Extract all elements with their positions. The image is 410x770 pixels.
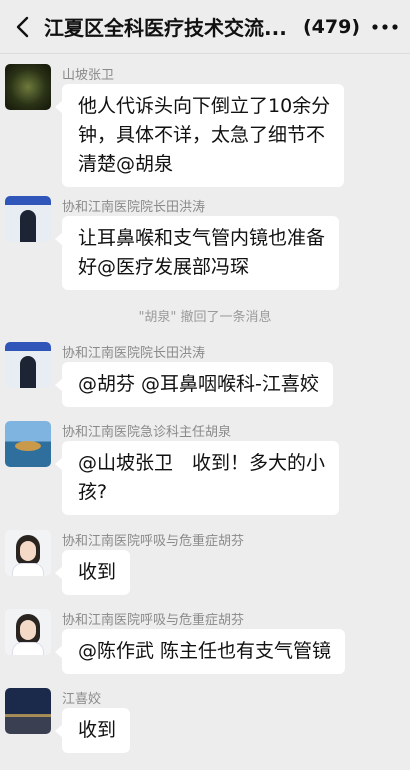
sender-name: 协和江南医院院长田洪涛: [62, 200, 206, 215]
back-button[interactable]: [0, 0, 44, 54]
recall-notice: "胡泉" 撤回了一条消息: [138, 310, 272, 325]
chat-title: 江夏区全科医疗技术交流...: [44, 16, 287, 40]
chat-header: 江夏区全科医疗技术交流... (479): [0, 0, 410, 54]
message-line: @胡芬 @耳鼻咽喉科-江喜姣: [78, 373, 319, 395]
avatar[interactable]: [5, 196, 51, 242]
message-bubble[interactable]: @山坡张卫 收到！多大的小 孩?: [54, 441, 340, 515]
sender-name: 协和江南医院院长田洪涛: [62, 346, 206, 361]
message-line: @山坡张卫 收到！多大的小: [78, 452, 326, 474]
sender-name: 协和江南医院急诊科主任胡泉: [62, 425, 232, 440]
message-bubble[interactable]: 收到: [54, 550, 131, 595]
message-bubble[interactable]: 他人代诉头向下倒立了10余分 钟，具体不详，太急了细节不 清楚@胡泉: [54, 84, 345, 187]
message-bubble[interactable]: @陈作武 陈主任也有支气管镜: [54, 629, 346, 674]
message-line: 好@医疗发展部冯琛: [78, 256, 250, 278]
more-button[interactable]: [360, 0, 410, 54]
message-bubble[interactable]: @胡芬 @耳鼻咽喉科-江喜姣: [55, 362, 333, 407]
message-bubble[interactable]: 收到: [54, 708, 131, 753]
message-line: @陈作武 陈主任也有支气管镜: [78, 640, 332, 662]
sender-name: 协和江南医院呼吸与危重症胡芬: [62, 613, 245, 628]
chevron-left-icon: [16, 16, 29, 37]
message-line: 收到: [78, 719, 117, 741]
sender-name: 协和江南医院呼吸与危重症胡芬: [62, 534, 245, 549]
message-line: 清楚@胡泉: [78, 153, 174, 175]
avatar[interactable]: [5, 688, 51, 734]
avatar[interactable]: [5, 64, 51, 110]
message-line: 钟，具体不详，太急了细节不: [78, 124, 326, 146]
message-bubble[interactable]: 让耳鼻喉和支气管内镜也准备 好@医疗发展部冯琛: [54, 216, 340, 290]
avatar[interactable]: [5, 530, 51, 576]
avatar[interactable]: [5, 609, 51, 655]
ellipsis-icon: [372, 23, 398, 30]
message-line: 让耳鼻喉和支气管内镜也准备: [78, 227, 326, 249]
avatar[interactable]: [5, 421, 51, 467]
avatar[interactable]: [5, 342, 51, 388]
sender-name: 山坡张卫: [62, 68, 115, 83]
sender-name: 江喜姣: [62, 692, 102, 707]
message-line: 孩?: [78, 481, 108, 503]
message-line: 他人代诉头向下倒立了10余分: [78, 95, 331, 117]
member-count: (479): [302, 15, 360, 38]
message-line: 收到: [78, 561, 117, 583]
